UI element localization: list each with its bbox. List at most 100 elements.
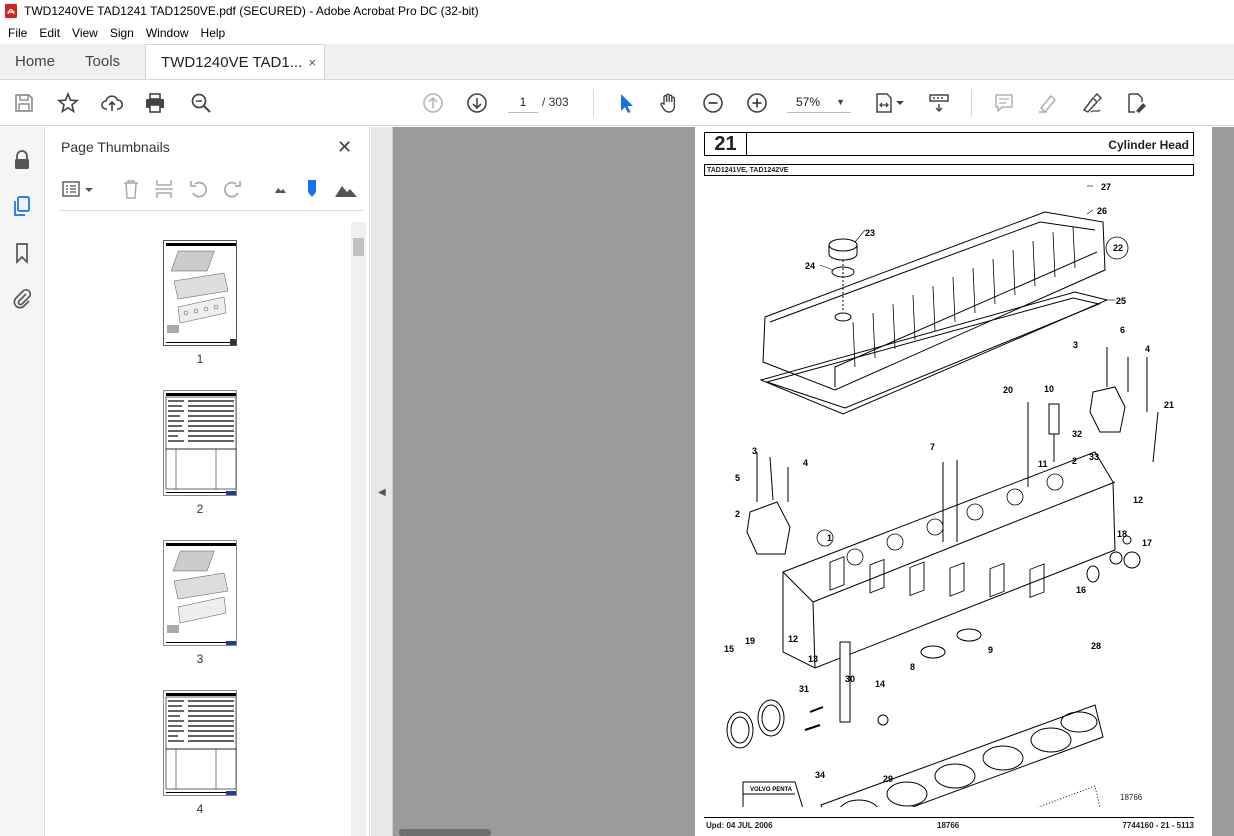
window-title: TWD1240VE TAD1241 TAD1250VE.pdf (SECURED… <box>24 4 479 18</box>
menu-window[interactable]: Window <box>140 26 195 40</box>
callout-32: 32 <box>1072 429 1082 439</box>
thumbnail-label: 1 <box>196 352 204 366</box>
section-title-box: Cylinder Head <box>747 132 1194 156</box>
callout-30: 30 <box>845 674 855 684</box>
zoom-out-icon[interactable] <box>701 91 725 115</box>
callout-28: 28 <box>1091 641 1101 651</box>
callout-18: 18 <box>1117 529 1127 539</box>
footer-doc-ref: 7744160 - 21 - 5113 <box>1122 821 1194 830</box>
thumbnail-page-3[interactable]: 3 <box>163 540 239 666</box>
page-total: / 303 <box>542 95 569 109</box>
pages-icon[interactable] <box>11 195 33 217</box>
thumbnail-scrollbar[interactable] <box>351 222 366 836</box>
small-thumbnails-icon[interactable] <box>269 178 291 200</box>
menu-view[interactable]: View <box>66 26 104 40</box>
tab-tools[interactable]: Tools <box>70 44 135 79</box>
zoom-level-select[interactable]: 57% ▼ <box>787 91 851 113</box>
large-thumbnails-icon[interactable] <box>333 178 359 200</box>
menu-bar: File Edit View Sign Window Help <box>0 22 1234 44</box>
callout-12: 12 <box>1133 495 1143 505</box>
keyboard-scroll-icon[interactable] <box>927 91 951 115</box>
fit-page-icon[interactable] <box>872 91 896 115</box>
previous-page-icon[interactable] <box>421 91 445 115</box>
rotate-left-icon[interactable] <box>188 178 210 200</box>
close-icon[interactable]: ✕ <box>337 137 352 158</box>
thumbnail-page-4[interactable]: 4 <box>163 690 239 816</box>
tab-document-label: TWD1240VE TAD1... <box>161 53 303 71</box>
thumbnail-image <box>163 690 237 796</box>
main-toolbar: 1 / 303 57% ▼ <box>0 80 1234 126</box>
thumbnail-label: 2 <box>196 502 204 516</box>
thumbnail-label: 4 <box>196 802 204 816</box>
callout-17: 17 <box>1142 538 1152 548</box>
toolbar-divider <box>971 89 972 117</box>
close-tab-button[interactable]: × <box>308 55 316 70</box>
callout-1: 1 <box>827 533 832 543</box>
callout-15: 15 <box>724 644 734 654</box>
attachment-icon[interactable] <box>11 288 33 310</box>
select-cursor-icon[interactable] <box>614 91 638 115</box>
collapse-arrow-icon[interactable]: ◀ <box>378 487 386 498</box>
callout-4: 4 <box>803 458 808 468</box>
save-icon[interactable] <box>12 91 36 115</box>
exploded-diagram: VOLVO PENTA 1 2 2 3 3 4 4 5 6 7 8 9 10 1… <box>724 182 1174 807</box>
callout-7: 7 <box>930 442 935 452</box>
footer-update-date: Upd: 04 JUL 2006 <box>706 821 773 830</box>
menu-sign[interactable]: Sign <box>104 26 140 40</box>
callout-6: 6 <box>1120 325 1125 335</box>
star-icon[interactable] <box>56 91 80 115</box>
scrollbar-thumb[interactable] <box>353 238 364 256</box>
callout-11: 11 <box>1038 459 1048 469</box>
footer-rule <box>704 817 1194 818</box>
zoom-in-icon[interactable] <box>745 91 769 115</box>
trash-icon[interactable] <box>120 178 142 200</box>
callout-13: 13 <box>808 654 818 664</box>
lock-icon[interactable] <box>11 149 33 171</box>
thumbnail-image <box>163 390 237 496</box>
callout-24: 24 <box>805 261 815 271</box>
print-icon[interactable] <box>143 91 167 115</box>
chevron-down-icon[interactable] <box>894 91 906 115</box>
thumbnail-page-1[interactable]: 1 <box>163 240 239 366</box>
panel-title: Page Thumbnails <box>61 139 170 155</box>
callout-27: 27 <box>1101 182 1111 192</box>
slider-handle-icon[interactable] <box>301 178 323 200</box>
hand-tool-icon[interactable] <box>657 91 681 115</box>
zoom-search-icon[interactable] <box>189 91 213 115</box>
edit-document-icon[interactable] <box>1124 91 1148 115</box>
horizontal-scrollbar-thumb[interactable] <box>399 829 491 836</box>
rotate-right-icon[interactable] <box>221 178 243 200</box>
tab-document[interactable]: TWD1240VE TAD1... × <box>145 44 326 79</box>
menu-help[interactable]: Help <box>195 26 232 40</box>
menu-file[interactable]: File <box>2 26 33 40</box>
callout-2: 2 <box>1072 456 1077 466</box>
panel-collapse-gutter[interactable]: ◀ <box>371 127 393 836</box>
sign-pen-icon[interactable] <box>1080 91 1104 115</box>
section-title: Cylinder Head <box>1108 138 1189 152</box>
extract-pages-icon[interactable] <box>153 178 175 200</box>
highlight-pen-icon[interactable] <box>1036 91 1060 115</box>
bookmark-icon[interactable] <box>11 242 33 264</box>
comment-icon[interactable] <box>992 91 1016 115</box>
panel-toolbar <box>45 175 365 203</box>
title-bar: TWD1240VE TAD1241 TAD1250VE.pdf (SECURED… <box>0 0 1234 22</box>
page-number-input[interactable]: 1 <box>508 91 538 113</box>
tab-home[interactable]: Home <box>0 44 70 79</box>
section-number: 21 <box>704 132 747 156</box>
next-page-icon[interactable] <box>465 91 489 115</box>
options-menu-icon[interactable] <box>61 178 83 200</box>
callout-23: 23 <box>865 228 875 238</box>
callout-3: 3 <box>752 446 757 456</box>
acrobat-icon <box>5 4 17 18</box>
tab-bar: Home Tools TWD1240VE TAD1... × <box>0 44 1234 80</box>
thumbnail-label: 3 <box>196 652 204 666</box>
thumbnail-page-2[interactable]: 2 <box>163 390 239 516</box>
cloud-upload-icon[interactable] <box>100 91 124 115</box>
callout-8: 8 <box>910 662 915 672</box>
document-canvas[interactable]: 21 Cylinder Head TAD1241VE, TAD1242VE VO… <box>393 127 1234 836</box>
panel-divider <box>59 210 364 211</box>
oil-filler-cap <box>828 238 858 252</box>
menu-edit[interactable]: Edit <box>33 26 66 40</box>
chevron-down-icon[interactable] <box>83 178 95 200</box>
thumbnail-image <box>163 540 237 646</box>
